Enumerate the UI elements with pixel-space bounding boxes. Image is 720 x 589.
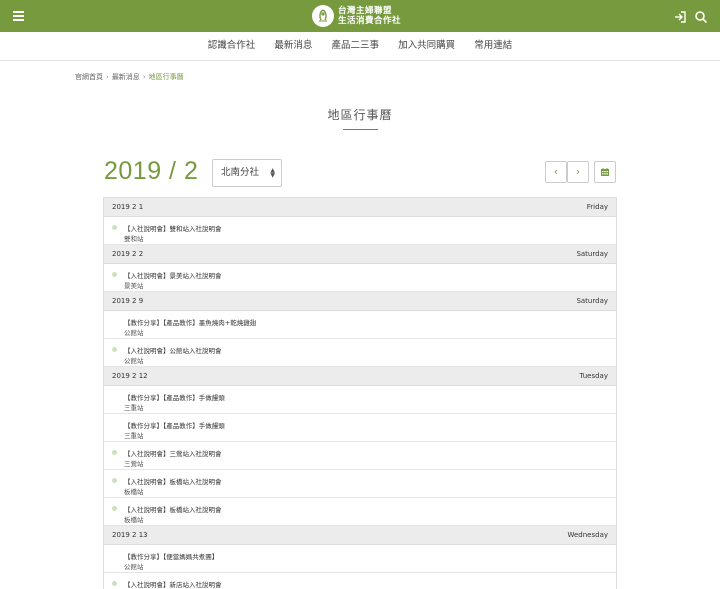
day-weekday: Friday — [586, 203, 608, 211]
event-row[interactable]: 【教作分享】【產品教作】墨魚燒肉+乾燒雞翅 公館站 — [104, 311, 616, 339]
event-title: 【入社說明會】雙和站入社說明會 — [124, 225, 222, 233]
event-title: 【入社說明會】公館站入社說明會 — [124, 347, 222, 355]
branch-select[interactable]: 北南分社 ▲ ▼ — [212, 159, 282, 187]
day-header: 2019 2 9 Saturday — [104, 292, 616, 311]
event-row[interactable]: 【入社說明會】景美站入社說明會 景美站 — [104, 264, 616, 292]
top-bar: 台灣主婦聯盟 生活消費合作社 — [0, 0, 720, 32]
event-location: 公館站 — [124, 357, 144, 365]
event-row[interactable]: 【入社說明會】板橋站入社說明會 板橋站 — [104, 498, 616, 526]
event-dot-icon — [112, 581, 117, 586]
breadcrumb: 官網首頁 › 最新消息 › 地區行事曆 — [75, 72, 184, 82]
day-date: 2019 2 9 — [112, 297, 144, 305]
breadcrumb-separator: › — [106, 73, 109, 81]
logo-mark-icon — [312, 5, 334, 27]
event-row[interactable]: 【入社說明會】新店站入社說明會 — [104, 573, 616, 589]
day-weekday: Saturday — [576, 250, 608, 258]
event-title: 【入社說明會】三鶯站入社說明會 — [124, 450, 222, 458]
event-location: 雙和站 — [124, 235, 144, 243]
logo-text: 台灣主婦聯盟 生活消費合作社 — [338, 6, 401, 26]
day-date: 2019 2 2 — [112, 250, 144, 258]
event-dot-icon — [112, 272, 117, 277]
event-row[interactable]: 【教作分享】【便當媽媽共煮團】 公館站 — [104, 545, 616, 573]
event-location: 公館站 — [124, 563, 144, 571]
event-title: 【入社說明會】景美站入社說明會 — [124, 272, 222, 280]
nav-item-links[interactable]: 常用連結 — [474, 32, 512, 60]
event-title: 【教作分享】【產品教作】手做饅頭 — [124, 422, 225, 430]
breadcrumb-separator: › — [142, 73, 146, 81]
menu-icon[interactable] — [13, 11, 24, 21]
breadcrumb-home[interactable]: 官網首頁 — [75, 73, 103, 81]
nav-item-about[interactable]: 認識合作社 — [208, 32, 256, 60]
day-header: 2019 2 2 Saturday — [104, 245, 616, 264]
event-title: 【入社說明會】新店站入社說明會 — [124, 581, 222, 589]
event-dot-icon — [112, 478, 117, 483]
event-row[interactable]: 【入社說明會】板橋站入社說明會 板橋站 — [104, 470, 616, 498]
day-header: 2019 2 1 Friday — [104, 198, 616, 217]
calendar-button[interactable] — [594, 161, 616, 183]
event-row[interactable]: 【教作分享】【產品教作】手做饅頭 三重站 — [104, 386, 616, 414]
nav-item-news[interactable]: 最新消息 — [274, 32, 312, 60]
branch-select-value: 北南分社 — [221, 167, 260, 178]
breadcrumb-current: 地區行事曆 — [148, 73, 184, 81]
title-underline — [343, 129, 378, 130]
event-location: 板橋站 — [124, 516, 144, 524]
event-dot-icon — [112, 506, 117, 511]
page-title: 地區行事曆 — [327, 108, 393, 122]
day-weekday: Wednesday — [567, 531, 608, 539]
day-header: 2019 2 13 Wednesday — [104, 526, 616, 545]
search-icon[interactable] — [694, 9, 708, 24]
event-calendar: 2019 2 1 Friday 【入社說明會】雙和站入社說明會 雙和站 2019 2 2… — [103, 197, 617, 589]
nav-item-join[interactable]: 加入共同購買 — [398, 32, 455, 60]
calendar-icon — [601, 168, 609, 176]
day-date: 2019 2 1 — [112, 203, 144, 211]
logo-line-2: 生活消費合作社 — [338, 16, 402, 26]
breadcrumb-news[interactable]: 最新消息 — [112, 73, 140, 81]
event-title: 【教作分享】【便當媽媽共煮團】 — [124, 553, 219, 561]
event-row[interactable]: 【教作分享】【產品教作】手做饅頭 三重站 — [104, 414, 616, 442]
day-weekday: Tuesday — [579, 372, 608, 380]
event-location: 三鶯站 — [124, 460, 144, 468]
event-location: 板橋站 — [124, 488, 144, 496]
event-dot-icon — [112, 347, 117, 352]
event-dot-icon — [112, 225, 117, 230]
event-title: 【教作分享】【產品教作】手做饅頭 — [124, 394, 225, 402]
event-title: 【入社說明會】板橋站入社說明會 — [124, 506, 222, 514]
prev-month-button[interactable]: ‹ — [545, 161, 567, 183]
event-location: 公館站 — [124, 329, 144, 337]
event-row[interactable]: 【入社說明會】公館站入社說明會 公館站 — [104, 339, 616, 367]
day-date: 2019 2 12 — [112, 372, 148, 380]
day-header: 2019 2 12 Tuesday — [104, 367, 616, 386]
event-location: 三重站 — [124, 432, 144, 440]
main-nav: 認識合作社 最新消息 產品二三事 加入共同購買 常用連結 — [0, 32, 720, 61]
event-title: 【入社說明會】板橋站入社說明會 — [124, 478, 222, 486]
logo[interactable]: 台灣主婦聯盟 生活消費合作社 — [312, 3, 401, 29]
event-title: 【教作分享】【產品教作】墨魚燒肉+乾燒雞翅 — [124, 319, 257, 327]
current-month: 2019 / 2 — [104, 157, 199, 185]
event-row[interactable]: 【入社說明會】雙和站入社說明會 雙和站 — [104, 217, 616, 245]
logo-line-1: 台灣主婦聯盟 — [338, 6, 393, 16]
next-month-button[interactable]: › — [567, 161, 589, 183]
day-weekday: Saturday — [576, 297, 608, 305]
event-dot-icon — [112, 450, 117, 455]
event-location: 景美站 — [124, 282, 144, 290]
event-row[interactable]: 【入社說明會】三鶯站入社說明會 三鶯站 — [104, 442, 616, 470]
day-date: 2019 2 13 — [112, 531, 148, 539]
login-icon[interactable] — [673, 9, 687, 23]
select-caret-icon: ▲ ▼ — [270, 167, 275, 179]
nav-item-products[interactable]: 產品二三事 — [331, 32, 379, 60]
event-location: 三重站 — [124, 404, 144, 412]
